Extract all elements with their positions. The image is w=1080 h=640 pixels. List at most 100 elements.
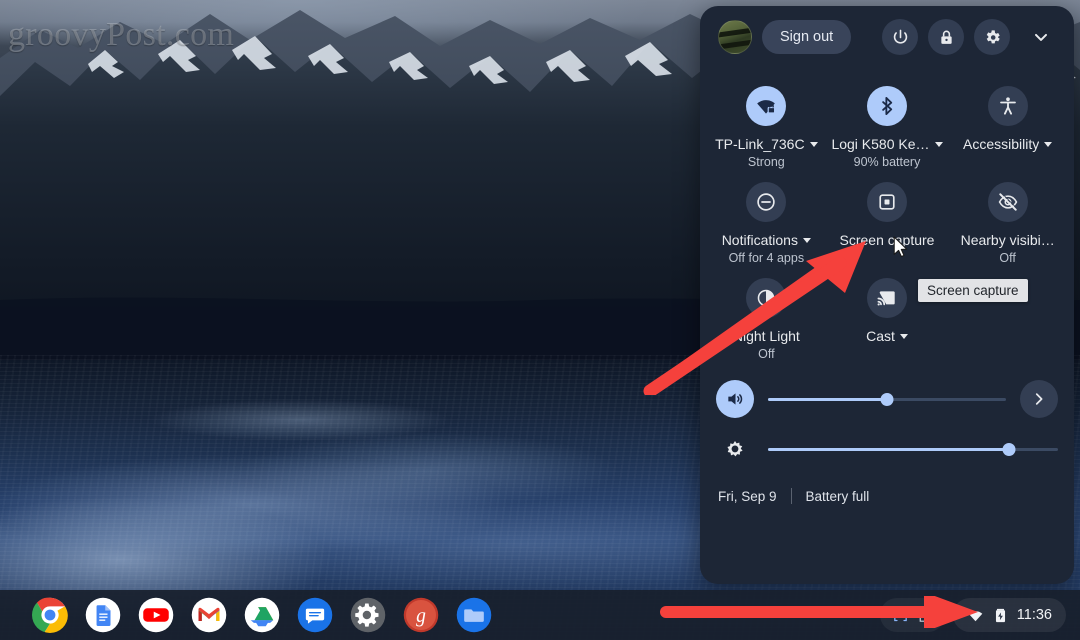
tile-icon-nearby-visibility	[988, 182, 1028, 222]
feature-tile-grid: TP-Link_736C Strong Logi K580 Ke… 90% ba…	[700, 68, 1074, 362]
footer-divider	[791, 488, 792, 504]
volume-slider-thumb[interactable]	[881, 393, 894, 406]
status-tray[interactable]: 11:36	[953, 598, 1066, 632]
chevron-down-icon-accessibility[interactable]	[1044, 142, 1052, 147]
settings-button[interactable]	[974, 19, 1010, 55]
battery-charging-icon	[993, 607, 1008, 624]
tile-label-bluetooth: Logi K580 Ke…	[831, 136, 929, 153]
tile-screen-capture[interactable]: Screen capture	[827, 174, 948, 266]
shelf-status-region: 11:36	[880, 598, 1066, 632]
chrome-icon	[32, 597, 68, 633]
shelf-item-drive[interactable]	[244, 597, 280, 633]
slider-section	[700, 362, 1074, 474]
files-folder-icon	[456, 597, 492, 633]
accessibility-icon	[997, 95, 1019, 117]
status-clock: 11:36	[1017, 607, 1052, 623]
shelf-item-chrome[interactable]	[32, 597, 68, 633]
power-button[interactable]	[882, 19, 918, 55]
cast-icon	[876, 287, 898, 309]
youtube-icon	[138, 597, 174, 633]
tile-label-nearby-visibility: Nearby visibi…	[961, 232, 1055, 249]
wifi-locked-icon	[755, 95, 777, 117]
tile-label-row-bluetooth: Logi K580 Ke…	[831, 136, 942, 153]
tile-notifications[interactable]: Notifications Off for 4 apps	[706, 174, 827, 266]
tile-icon-network	[746, 86, 786, 126]
night-light-icon	[755, 287, 777, 309]
shelf-app-list: g	[32, 597, 492, 633]
lock-icon	[937, 28, 956, 47]
volume-slider-fill	[768, 398, 887, 401]
avatar[interactable]	[718, 20, 752, 54]
shelf-item-files[interactable]	[456, 597, 492, 633]
docs-icon	[85, 597, 121, 633]
tile-label-row-accessibility: Accessibility	[963, 136, 1052, 153]
tile-nearby-visibility[interactable]: Nearby visibi… Off	[947, 174, 1068, 266]
shelf: g	[0, 590, 1080, 640]
groovypost-icon: g	[403, 597, 439, 633]
tile-icon-accessibility	[988, 86, 1028, 126]
lock-button[interactable]	[928, 19, 964, 55]
collapse-button[interactable]	[1024, 20, 1058, 54]
volume-slider-row	[716, 374, 1058, 424]
tile-label-row-network: TP-Link_736C	[715, 136, 818, 153]
tile-accessibility[interactable]: Accessibility	[947, 78, 1068, 170]
shelf-item-messages[interactable]	[297, 597, 333, 633]
tile-sublabel-nearby-visibility: Off	[999, 250, 1015, 266]
screen-capture-icon	[876, 191, 898, 213]
tile-label-night-light: Night Light	[733, 328, 800, 345]
screen-capture-tray-icon	[892, 607, 909, 624]
tile-night-light[interactable]: Night Light Off	[706, 270, 827, 362]
footer-date: Fri, Sep 9	[718, 489, 777, 504]
chromeos-desktop: groovyPost.com Sign out	[0, 0, 1080, 640]
ime-tray[interactable]	[880, 598, 945, 632]
tile-label-row-cast: Cast	[866, 328, 908, 345]
tile-label-row-screen-capture: Screen capture	[840, 232, 935, 249]
tile-label-row-nearby-visibility: Nearby visibi…	[961, 232, 1055, 249]
chevron-down-icon-notifications[interactable]	[803, 238, 811, 243]
volume-mute-toggle[interactable]	[716, 380, 754, 418]
messages-icon	[297, 597, 333, 633]
clipboard-tray-icon	[916, 607, 933, 624]
tile-network[interactable]: TP-Link_736C Strong	[706, 78, 827, 170]
do-not-disturb-icon	[755, 191, 777, 213]
power-icon	[891, 28, 910, 47]
tile-sublabel-network: Strong	[748, 154, 785, 170]
brightness-slider-thumb[interactable]	[1002, 443, 1015, 456]
brightness-icon	[725, 439, 745, 459]
volume-slider[interactable]	[768, 388, 1006, 410]
chevron-down-icon-cast[interactable]	[900, 334, 908, 339]
quick-settings-header: Sign out	[700, 6, 1074, 68]
eye-off-icon	[997, 191, 1019, 213]
tile-label-screen-capture: Screen capture	[840, 232, 935, 249]
svg-text:g: g	[416, 606, 426, 627]
chevron-down-icon-bluetooth[interactable]	[935, 142, 943, 147]
settings-gear-icon	[350, 597, 386, 633]
footer-battery-status: Battery full	[806, 489, 870, 504]
quick-settings-footer: Fri, Sep 9 Battery full	[700, 474, 1074, 504]
tile-label-cast: Cast	[866, 328, 895, 345]
tile-icon-cast	[867, 278, 907, 318]
shelf-item-docs[interactable]	[85, 597, 121, 633]
shelf-item-youtube[interactable]	[138, 597, 174, 633]
gear-icon	[983, 28, 1002, 47]
brightness-icon-button[interactable]	[716, 430, 754, 468]
tile-label-network: TP-Link_736C	[715, 136, 805, 153]
shelf-item-gmail[interactable]	[191, 597, 227, 633]
tile-icon-notifications	[746, 182, 786, 222]
bluetooth-icon	[876, 95, 898, 117]
tile-label-row-night-light: Night Light	[733, 328, 800, 345]
chevron-right-icon	[1030, 390, 1048, 408]
brightness-slider-fill	[768, 448, 1009, 451]
tile-sublabel-bluetooth: 90% battery	[854, 154, 921, 170]
volume-expand-button[interactable]	[1020, 380, 1058, 418]
brightness-slider[interactable]	[768, 438, 1058, 460]
shelf-item-settings[interactable]	[350, 597, 386, 633]
sign-out-button[interactable]: Sign out	[762, 20, 851, 54]
shelf-item-groovypost[interactable]: g	[403, 597, 439, 633]
tile-icon-bluetooth	[867, 86, 907, 126]
chevron-down-icon-network[interactable]	[810, 142, 818, 147]
gmail-icon	[191, 597, 227, 633]
brightness-slider-row	[716, 424, 1058, 474]
tile-icon-night-light	[746, 278, 786, 318]
tile-bluetooth[interactable]: Logi K580 Ke… 90% battery	[827, 78, 948, 170]
